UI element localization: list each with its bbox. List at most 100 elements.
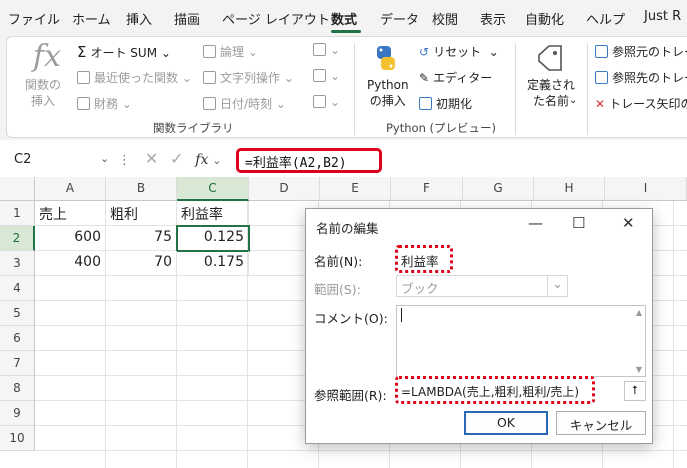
- recent-functions-button[interactable]: 最近使った関数 ⌄: [77, 69, 192, 86]
- tab-automate[interactable]: 自動化: [525, 9, 564, 28]
- cell-a3[interactable]: 400: [35, 251, 106, 276]
- menu-bar: ファイル ホーム 挿入 描画 ページ レイアウト 数式 データ 校閲 表示 自動…: [0, 0, 687, 36]
- tag-icon: [538, 45, 562, 71]
- reset-icon: ↺: [419, 45, 430, 59]
- text-label: 文字列操作: [220, 71, 281, 85]
- chevron-down-icon[interactable]: ⌄: [212, 154, 221, 167]
- cell-c3[interactable]: 0.175: [177, 251, 249, 276]
- trace-dependents-label: 参照先のトレー: [612, 71, 687, 85]
- cancel-button[interactable]: キャンセル: [556, 411, 646, 435]
- tab-just-r[interactable]: Just R: [644, 9, 681, 24]
- tab-file[interactable]: ファイル: [8, 9, 60, 28]
- defined-names-button[interactable]: 定義され た名前: [527, 77, 575, 109]
- confirm-icon[interactable]: ✓: [170, 149, 183, 168]
- separator: [354, 43, 355, 135]
- insert-function-button[interactable]: 関数の 挿入: [25, 77, 61, 109]
- autosum-button[interactable]: Σ オート SUM ⌄: [77, 43, 171, 61]
- cancel-icon[interactable]: ✕: [145, 149, 158, 168]
- row-header-6[interactable]: 6: [0, 326, 35, 351]
- editor-button[interactable]: ✎ エディター: [419, 69, 492, 86]
- column-header-f[interactable]: F: [391, 177, 463, 201]
- tab-view[interactable]: 表示: [480, 9, 506, 28]
- chevron-down-icon[interactable]: ⌄: [547, 276, 567, 296]
- name-value: 利益率: [401, 254, 439, 269]
- text-button[interactable]: 文字列操作 ⌄: [203, 69, 294, 86]
- more-functions-button[interactable]: ⌄: [313, 95, 340, 109]
- ok-button[interactable]: OK: [464, 411, 548, 435]
- chevron-down-icon[interactable]: ⌄: [100, 152, 109, 165]
- tab-data[interactable]: データ: [380, 9, 419, 28]
- math-button[interactable]: ⌄: [313, 69, 340, 83]
- tab-formulas[interactable]: 数式: [331, 9, 357, 28]
- formula-input[interactable]: =利益率(A2,B2): [236, 148, 382, 173]
- scroll-down-icon[interactable]: ▼: [636, 365, 642, 374]
- column-header-h[interactable]: H: [534, 177, 605, 201]
- column-header-i[interactable]: I: [605, 177, 687, 201]
- sigma-icon: Σ: [77, 43, 87, 61]
- refers-to-label: 参照範囲(R):: [314, 388, 387, 403]
- tab-home[interactable]: ホーム: [72, 9, 111, 28]
- tab-draw[interactable]: 描画: [174, 9, 200, 28]
- lookup-button[interactable]: ⌄: [313, 43, 340, 57]
- trace-dependents-button[interactable]: 参照先のトレー: [595, 69, 687, 86]
- name-field[interactable]: 利益率: [395, 245, 453, 273]
- group-python: Python (プレビュー): [386, 121, 496, 135]
- cell-c1[interactable]: 利益率: [177, 201, 249, 226]
- row-header-5[interactable]: 5: [0, 301, 35, 326]
- ribbon: fx 関数の 挿入 Σ オート SUM ⌄ 最近使った関数 ⌄ 財務 ⌄ 論理 ⌄…: [0, 36, 687, 140]
- scroll-up-icon[interactable]: ▲: [636, 308, 642, 317]
- column-header-g[interactable]: G: [463, 177, 534, 201]
- row-header-4[interactable]: 4: [0, 276, 35, 301]
- insert-python-button[interactable]: Python の挿入: [367, 77, 409, 109]
- initialize-button[interactable]: 初期化: [419, 95, 472, 112]
- tab-page-layout[interactable]: ページ レイアウト: [222, 9, 330, 28]
- row-header-7[interactable]: 7: [0, 351, 35, 376]
- row-header-2[interactable]: 2: [0, 226, 35, 251]
- column-header-c[interactable]: C: [177, 177, 249, 201]
- row-header-3[interactable]: 3: [0, 251, 35, 276]
- column-header-b[interactable]: B: [106, 177, 177, 201]
- trace-precedents-button[interactable]: 参照元のトレー: [595, 43, 687, 60]
- refers-to-field[interactable]: =LAMBDA(売上,粗利,粗利/売上): [395, 376, 595, 404]
- tab-review[interactable]: 校閲: [432, 9, 458, 28]
- chevron-down-icon: ⌄: [569, 95, 578, 106]
- insert-function-icon[interactable]: fx: [33, 39, 61, 74]
- column-header-d[interactable]: D: [249, 177, 320, 201]
- tab-help[interactable]: ヘルプ: [586, 9, 625, 28]
- row-header-8[interactable]: 8: [0, 376, 35, 401]
- financial-label: 財務: [94, 97, 119, 111]
- more-icon: [313, 95, 326, 108]
- cell-b2[interactable]: 75: [106, 226, 177, 251]
- minimize-icon[interactable]: —: [528, 214, 543, 232]
- cell-a2[interactable]: 600: [35, 226, 106, 251]
- remove-arrows-button[interactable]: ✕ トレース矢印の: [595, 95, 687, 112]
- reset-button[interactable]: ↺ リセット ⌄: [419, 43, 499, 60]
- maximize-icon[interactable]: ☐: [572, 214, 585, 232]
- tab-insert[interactable]: 挿入: [126, 9, 152, 28]
- column-header-e[interactable]: E: [320, 177, 391, 201]
- cell-b3[interactable]: 70: [106, 251, 177, 276]
- cell-a1[interactable]: 売上: [35, 201, 106, 226]
- insert-function-fx[interactable]: fx: [195, 152, 208, 168]
- cell-c2[interactable]: 0.125: [176, 225, 250, 252]
- cell-b1[interactable]: 粗利: [106, 201, 177, 226]
- formula-controls: ⋮ ✕ ✓ fx ⌄: [118, 149, 221, 168]
- row-header-10[interactable]: 10: [0, 426, 35, 451]
- collapse-dialog-icon[interactable]: ⭡: [624, 381, 646, 401]
- select-all-corner[interactable]: [0, 177, 35, 201]
- financial-button[interactable]: 財務 ⌄: [77, 95, 132, 112]
- datetime-button[interactable]: 日付/時刻 ⌄: [203, 95, 286, 112]
- comment-textarea[interactable]: ▲ ▼: [396, 305, 646, 377]
- close-icon[interactable]: ✕: [622, 214, 635, 232]
- scope-select[interactable]: ブック ⌄: [396, 275, 568, 297]
- active-tab-indicator: [331, 30, 361, 33]
- row-header-1[interactable]: 1: [0, 201, 35, 226]
- column-header-a[interactable]: A: [35, 177, 106, 201]
- logical-button[interactable]: 論理 ⌄: [203, 43, 258, 60]
- text-cursor: [401, 308, 402, 322]
- scope-label: 範囲(S):: [314, 282, 361, 297]
- trace-precedents-icon: [595, 45, 608, 58]
- row-header-9[interactable]: 9: [0, 401, 35, 426]
- python-icon: [377, 46, 395, 70]
- comment-label: コメント(O):: [314, 311, 388, 326]
